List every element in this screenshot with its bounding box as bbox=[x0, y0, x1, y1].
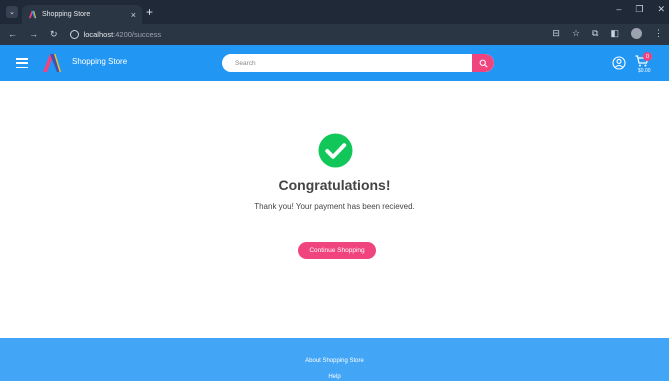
search-button[interactable] bbox=[472, 54, 494, 72]
nav-buttons: ← → ↻ bbox=[8, 29, 58, 40]
success-message: Thank you! Your payment has been recieve… bbox=[254, 202, 415, 211]
address-bar: ← → ↻ localhost:4200/success ⊟ ☆ ⧉ ◧ ⋮ bbox=[0, 24, 669, 45]
app-header: Shopping Store 0 $0.00 bbox=[0, 45, 669, 81]
install-app-icon[interactable]: ⊟ bbox=[552, 28, 560, 39]
continue-shopping-button[interactable]: Continue Shopping bbox=[298, 242, 376, 259]
tab-favicon-icon bbox=[28, 10, 37, 19]
tab-title: Shopping Store bbox=[42, 11, 91, 18]
brand-name[interactable]: Shopping Store bbox=[72, 57, 127, 66]
browser-tab-bar: ⌄ Shopping Store × + – ❐ ✕ bbox=[0, 0, 669, 24]
back-icon[interactable]: ← bbox=[8, 29, 17, 40]
extensions-icon[interactable]: ⧉ bbox=[592, 28, 598, 39]
sidebar-icon[interactable]: ◧ bbox=[610, 28, 619, 39]
hamburger-icon[interactable] bbox=[16, 58, 28, 68]
site-info-icon[interactable] bbox=[69, 30, 79, 39]
bookmark-star-icon[interactable]: ☆ bbox=[572, 28, 580, 39]
success-title: Congratulations! bbox=[278, 177, 391, 193]
minimize-icon[interactable]: – bbox=[616, 4, 621, 15]
logo-icon bbox=[43, 54, 61, 72]
footer-link-about[interactable]: About Shopping Store bbox=[0, 358, 669, 364]
tab-search-icon[interactable]: ⌄ bbox=[6, 6, 18, 18]
browser-toolbar-right: ⊟ ☆ ⧉ ◧ ⋮ bbox=[552, 28, 663, 39]
maximize-icon[interactable]: ❐ bbox=[635, 4, 643, 15]
url-host: localhost bbox=[83, 30, 114, 39]
url-field[interactable]: localhost:4200/success bbox=[69, 30, 162, 39]
forward-icon[interactable]: → bbox=[29, 29, 38, 40]
search-bar bbox=[222, 54, 494, 72]
search-icon bbox=[479, 59, 488, 68]
account-icon[interactable] bbox=[612, 56, 626, 70]
browser-menu-icon[interactable]: ⋮ bbox=[654, 28, 663, 39]
profile-avatar[interactable] bbox=[631, 28, 642, 39]
window-controls: – ❐ ✕ bbox=[616, 4, 665, 15]
success-content: Congratulations! Thank you! Your payment… bbox=[0, 81, 669, 338]
close-window-icon[interactable]: ✕ bbox=[657, 4, 665, 15]
cart-button[interactable]: 0 $0.00 bbox=[635, 52, 665, 78]
footer-link-help[interactable]: Help bbox=[0, 374, 669, 380]
reload-icon[interactable]: ↻ bbox=[50, 29, 58, 40]
cart-total: $0.00 bbox=[638, 68, 651, 74]
cart-count-badge: 0 bbox=[643, 52, 652, 61]
url-path: :4200/success bbox=[113, 30, 162, 39]
tab-close-icon[interactable]: × bbox=[131, 10, 136, 20]
browser-tab[interactable]: Shopping Store × bbox=[22, 5, 142, 24]
search-input[interactable] bbox=[222, 54, 472, 72]
check-circle-icon bbox=[318, 133, 353, 168]
footer: About Shopping Store Help bbox=[0, 338, 669, 381]
new-tab-button[interactable]: + bbox=[146, 5, 153, 19]
